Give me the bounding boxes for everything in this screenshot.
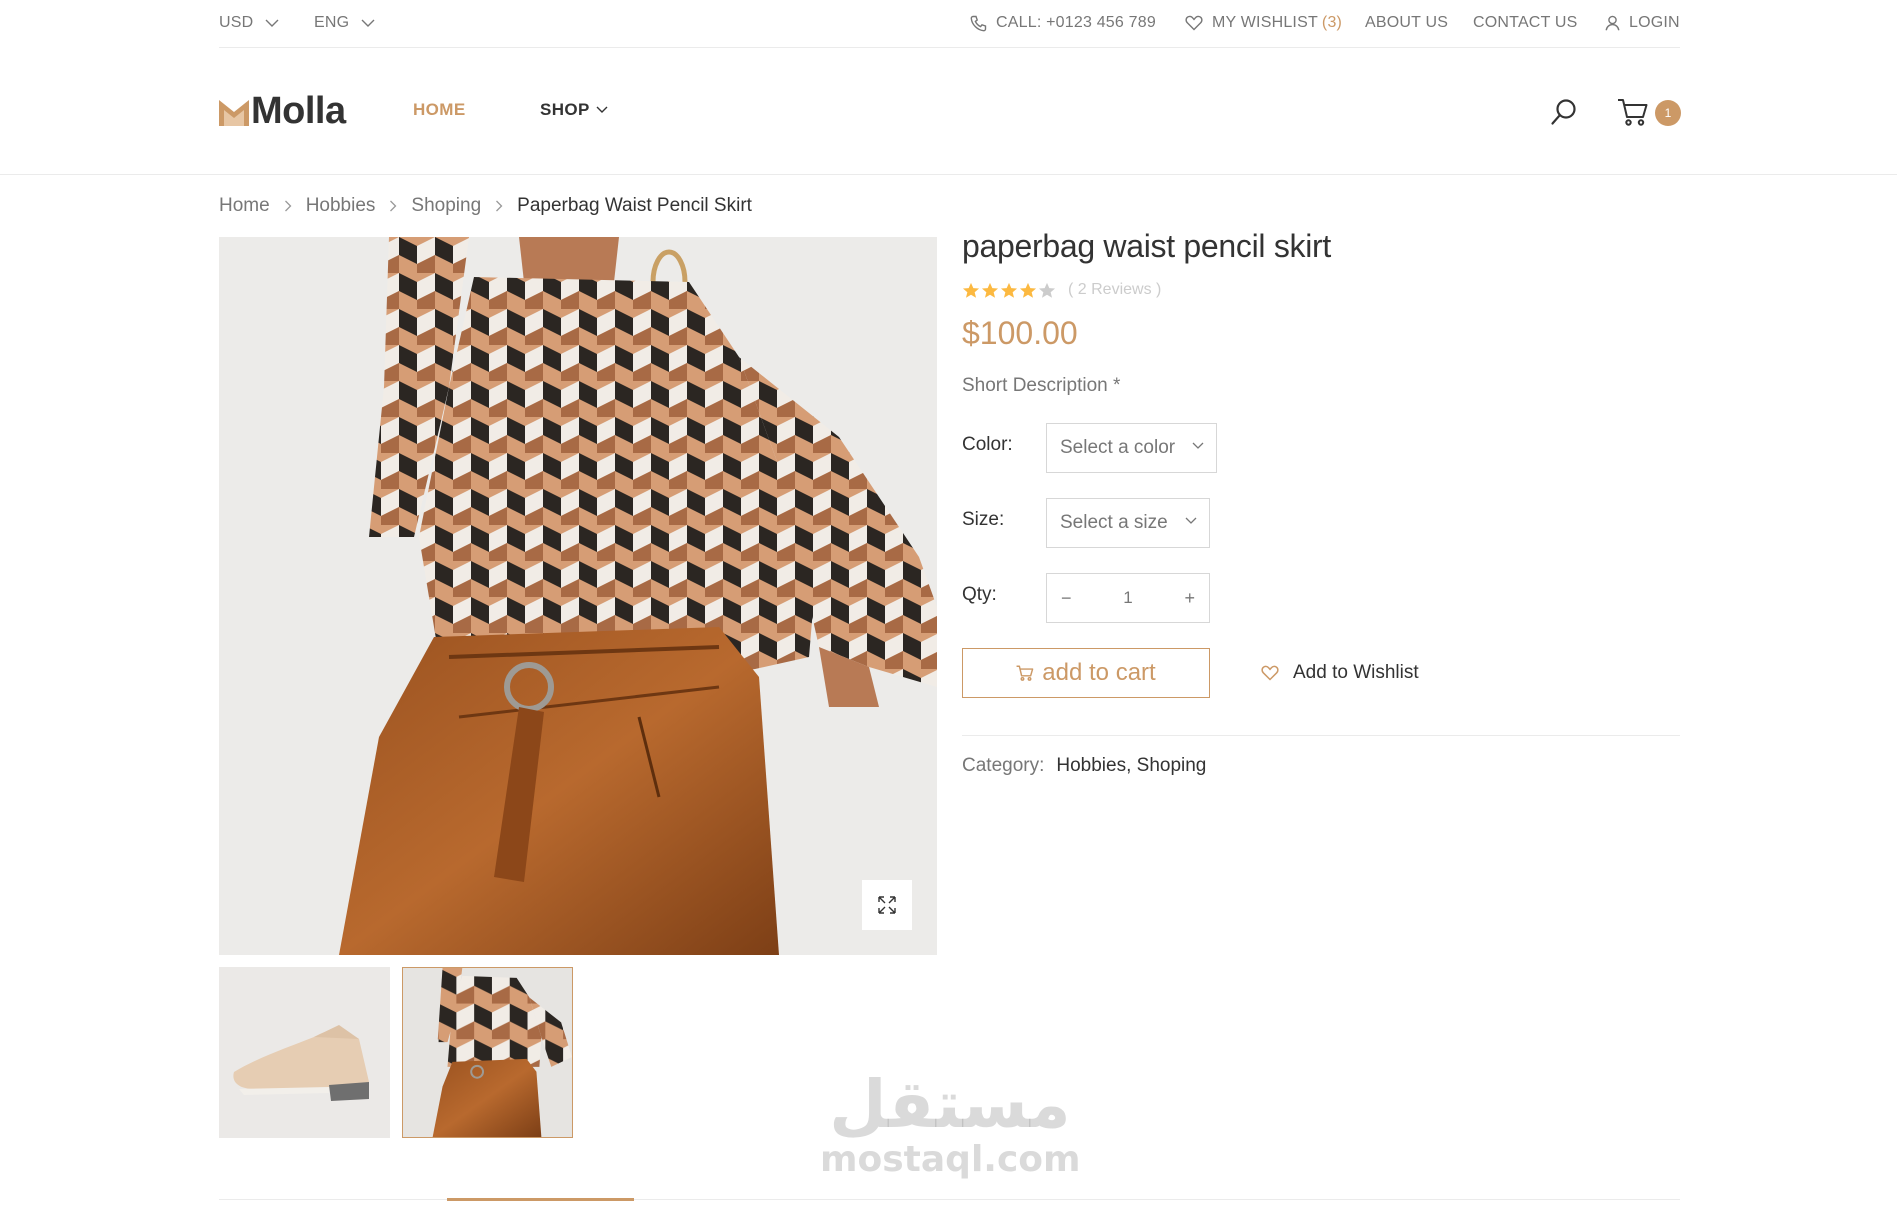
- nav-shop-label: SHOP: [540, 100, 590, 119]
- watermark-arabic: مستقل: [829, 1066, 1071, 1143]
- size-label: Size:: [962, 509, 1005, 530]
- chevron-right-icon: [495, 200, 503, 212]
- breadcrumb: Home Hobbies Shoping Paperbag Waist Penc…: [219, 192, 752, 220]
- language-label: ENG: [314, 14, 350, 31]
- breadcrumb-hobbies[interactable]: Hobbies: [306, 195, 376, 217]
- short-description: Short Description *: [962, 375, 1121, 396]
- details-divider: [962, 735, 1680, 736]
- chevron-down-icon: [1185, 517, 1197, 524]
- zoom-button[interactable]: [862, 880, 912, 930]
- star-rating: [962, 282, 1056, 299]
- currency-select[interactable]: USD: [219, 0, 279, 46]
- cart-icon[interactable]: [1617, 98, 1649, 126]
- star-icon: [1000, 282, 1018, 298]
- heart-icon: [1185, 15, 1203, 31]
- star-icon: [1019, 282, 1037, 298]
- logo[interactable]: Molla: [219, 90, 346, 133]
- cart-count-badge: 1: [1655, 100, 1681, 126]
- chevron-down-icon: [596, 106, 608, 113]
- add-to-wishlist-label: Add to Wishlist: [1293, 662, 1419, 683]
- product-main-image[interactable]: [219, 237, 937, 955]
- product-rating: ( 2 Reviews ): [962, 281, 1161, 299]
- qty-decrement-button[interactable]: −: [1061, 588, 1072, 609]
- wishlist-count: (3): [1321, 14, 1343, 31]
- nav-home[interactable]: HOME: [413, 100, 466, 120]
- watermark: مستقل mostaql.com: [820, 1066, 1081, 1180]
- login-link[interactable]: LOGIN: [1605, 0, 1680, 46]
- main-header: Molla HOME SHOP: [0, 48, 1897, 175]
- thumbnail-skirt[interactable]: [402, 967, 573, 1138]
- qty-increment-button[interactable]: +: [1184, 588, 1195, 609]
- star-icon: [981, 282, 999, 298]
- phone-icon: [970, 15, 987, 31]
- language-select[interactable]: ENG: [314, 0, 375, 46]
- user-icon: [1605, 15, 1620, 31]
- add-to-wishlist-button[interactable]: Add to Wishlist: [1261, 648, 1419, 698]
- qty-label: Qty:: [962, 584, 997, 605]
- product-category: Category: Hobbies, Shoping: [962, 755, 1206, 777]
- qty-input[interactable]: 1: [1123, 588, 1132, 608]
- nav-home-label: HOME: [413, 100, 466, 119]
- currency-label: USD: [219, 14, 254, 31]
- active-tab-indicator: [447, 1198, 634, 1201]
- login-label: LOGIN: [1629, 14, 1680, 31]
- search-icon[interactable]: [1550, 98, 1578, 126]
- product-price: $100.00: [962, 315, 1078, 351]
- about-link[interactable]: ABOUT US: [1365, 0, 1448, 46]
- logo-text: Molla: [251, 90, 346, 132]
- quantity-stepper: − 1 +: [1046, 573, 1210, 623]
- nav-shop[interactable]: SHOP: [540, 100, 608, 120]
- about-label: ABOUT US: [1365, 14, 1449, 31]
- watermark-latin: mostaql.com: [820, 1139, 1081, 1180]
- chevron-right-icon: [284, 200, 292, 212]
- add-to-cart-button[interactable]: add to cart: [962, 648, 1210, 698]
- logo-mark-icon: [219, 99, 249, 126]
- chevron-down-icon: [361, 19, 375, 27]
- breadcrumb-current: Paperbag Waist Pencil Skirt: [517, 195, 752, 216]
- heart-icon: [1261, 665, 1279, 681]
- tabs-border: [219, 1199, 1680, 1200]
- size-select-value: Select a size: [1060, 512, 1168, 533]
- expand-icon: [878, 896, 896, 914]
- color-label: Color:: [962, 434, 1013, 455]
- thumbnail-shoe[interactable]: [219, 967, 390, 1138]
- color-select[interactable]: Select a color: [1046, 423, 1217, 473]
- breadcrumb-home[interactable]: Home: [219, 195, 270, 217]
- call-text: CALL: +0123 456 789: [996, 14, 1156, 31]
- chevron-down-icon: [1192, 442, 1204, 449]
- product-title: paperbag waist pencil skirt: [962, 228, 1331, 264]
- chevron-down-icon: [265, 19, 279, 27]
- add-to-cart-label: add to cart: [1042, 659, 1156, 686]
- breadcrumb-shoping[interactable]: Shoping: [411, 195, 481, 217]
- size-select[interactable]: Select a size: [1046, 498, 1210, 548]
- contact-link[interactable]: CONTACT US: [1473, 0, 1578, 46]
- top-bar: USD ENG CALL: +0123 456 789 MY WISHLIST …: [219, 0, 1680, 48]
- category-label: Category:: [962, 755, 1045, 776]
- wishlist-link[interactable]: MY WISHLIST (3): [1185, 0, 1342, 46]
- skirt-thumbnail-image: [403, 968, 572, 1137]
- star-icon: [1038, 282, 1056, 298]
- category-links[interactable]: Hobbies, Shoping: [1056, 755, 1206, 777]
- star-icon: [962, 282, 980, 298]
- reviews-link[interactable]: ( 2 Reviews ): [1068, 281, 1161, 299]
- product-photo: [219, 237, 937, 955]
- shoe-image: [219, 967, 390, 1138]
- color-select-value: Select a color: [1060, 437, 1176, 458]
- chevron-right-icon: [389, 200, 397, 212]
- cart-icon: [1016, 665, 1034, 681]
- wishlist-label: MY WISHLIST: [1212, 14, 1318, 31]
- contact-label: CONTACT US: [1473, 14, 1578, 31]
- call-link[interactable]: CALL: +0123 456 789: [970, 0, 1156, 46]
